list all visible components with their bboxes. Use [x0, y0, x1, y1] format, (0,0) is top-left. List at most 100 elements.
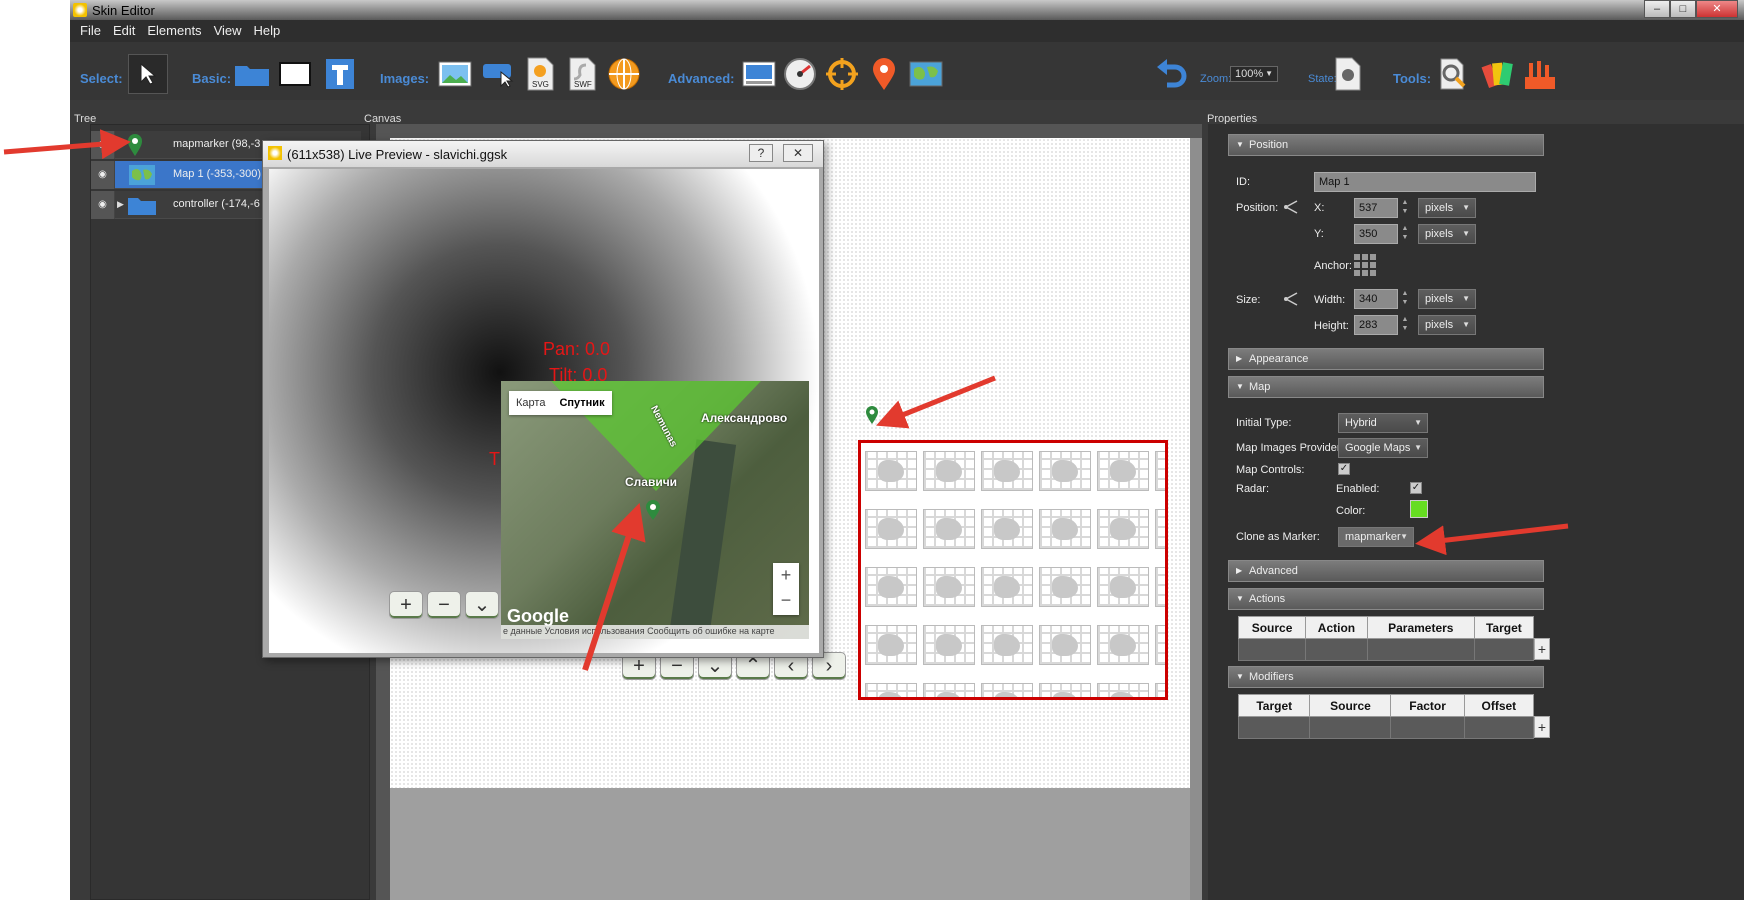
appearance-section-header[interactable]: ▶ Appearance [1228, 348, 1544, 370]
embedded-map[interactable]: Александрово Славичи Nemunas Карта Спутн… [501, 381, 809, 639]
tab-satellite[interactable]: Спутник [552, 391, 611, 415]
minimize-button[interactable]: – [1644, 0, 1670, 18]
clone-marker-select[interactable]: mapmarker [1338, 527, 1414, 547]
video-tool-button[interactable] [739, 54, 779, 94]
menu-help[interactable]: Help [250, 20, 285, 42]
help-button[interactable]: ? [749, 144, 773, 162]
height-spinner[interactable]: ▲ ▼ [1400, 315, 1410, 335]
map-tile-placeholder [981, 567, 1033, 607]
radar-label: Radar: [1236, 483, 1270, 495]
tools-label: Tools: [1393, 71, 1432, 86]
zoom-out-button[interactable]: − [427, 591, 461, 619]
modifiers-section-header[interactable]: ▼ Modifiers [1228, 666, 1544, 688]
radar-enabled-checkbox[interactable]: ✓ [1410, 482, 1422, 494]
radar-color-swatch[interactable] [1410, 500, 1428, 518]
x-input[interactable]: 537 [1354, 198, 1398, 218]
rectangle-tool-button[interactable] [275, 54, 315, 94]
settings-tools-button[interactable] [1520, 54, 1560, 94]
initial-type-select[interactable]: Hybrid [1338, 413, 1428, 433]
add-action-button[interactable]: + [1534, 638, 1550, 660]
height-unit-select[interactable]: pixels [1418, 315, 1476, 335]
map-section-header[interactable]: ▼ Map [1228, 376, 1544, 398]
y-spinner[interactable]: ▲ ▼ [1400, 224, 1410, 244]
map-zoom-out-button[interactable]: − [773, 588, 799, 613]
select-tool-button[interactable] [128, 54, 168, 94]
visibility-eye-icon[interactable]: ◉ [91, 131, 115, 159]
map-marker-icon[interactable] [645, 499, 661, 521]
color-palette-button[interactable] [1478, 54, 1518, 94]
table-cell[interactable] [1237, 716, 1311, 739]
undo-button[interactable] [1152, 54, 1192, 94]
panorama-tool-button[interactable] [604, 54, 644, 94]
table-cell[interactable] [1366, 638, 1475, 661]
hotspot-tool-button[interactable] [478, 54, 518, 94]
link-share-icon[interactable] [1284, 292, 1300, 306]
map-element-selected[interactable] [858, 440, 1168, 700]
expand-triangle-icon: ▶ [1236, 566, 1243, 575]
y-input[interactable]: 350 [1354, 224, 1398, 244]
map-marker-icon[interactable] [865, 405, 879, 425]
map-pin-tool-button[interactable] [864, 54, 904, 94]
text-tool-button[interactable] [320, 54, 360, 94]
compass-tool-button[interactable] [780, 54, 820, 94]
provider-select[interactable]: Google Maps [1338, 438, 1428, 458]
width-input[interactable]: 340 [1354, 289, 1398, 309]
height-input[interactable]: 283 [1354, 315, 1398, 335]
table-cell[interactable] [1237, 638, 1307, 661]
visibility-eye-icon[interactable]: ◉ [91, 191, 115, 219]
visibility-eye-icon[interactable]: ◉ [91, 161, 115, 189]
table-cell[interactable] [1463, 716, 1535, 739]
map-controls-checkbox[interactable]: ✓ [1338, 463, 1350, 475]
search-tool-button[interactable] [1434, 54, 1474, 94]
close-button[interactable]: ✕ [1696, 0, 1738, 18]
basic-label: Basic: [192, 71, 232, 86]
add-modifier-button[interactable]: + [1534, 716, 1550, 738]
target-tool-button[interactable] [822, 54, 862, 94]
zoom-value: 100% [1235, 68, 1264, 80]
canvas-scrollbar[interactable] [1190, 138, 1202, 900]
zoom-in-button[interactable]: + [389, 591, 423, 619]
id-input[interactable]: Map 1 [1314, 172, 1536, 192]
menu-file[interactable]: File [76, 20, 105, 42]
zoom-select[interactable]: 100% ▼ [1230, 66, 1278, 82]
folder-tool-button[interactable] [232, 54, 272, 94]
preview-close-button[interactable]: ✕ [783, 144, 813, 162]
anchor-grid-icon[interactable] [1354, 254, 1376, 276]
map-tool-button[interactable] [906, 54, 946, 94]
map-type-tabs: Карта Спутник [509, 391, 612, 415]
x-spinner[interactable]: ▲ ▼ [1400, 198, 1410, 218]
live-preview-window[interactable]: (611x538) Live Preview - slavichi.ggsk ?… [262, 140, 824, 658]
actions-section-header[interactable]: ▼ Actions [1228, 588, 1544, 610]
expand-arrow-icon[interactable]: ▶ [117, 199, 124, 210]
x-unit-select[interactable]: pixels [1418, 198, 1476, 218]
maximize-button[interactable]: □ [1670, 0, 1696, 18]
state-button[interactable] [1328, 54, 1368, 94]
panorama-view[interactable]: Pan: 0.0 Tilt: 0.0 Th Александрово Слави… [269, 169, 819, 653]
map-attribution[interactable]: е данные Условия использования Сообщить … [501, 625, 809, 639]
width-spinner[interactable]: ▲ ▼ [1400, 289, 1410, 309]
swf-tool-button[interactable]: SWF [562, 54, 602, 94]
video-player-icon [742, 61, 776, 87]
menu-elements[interactable]: Elements [143, 20, 205, 42]
tab-map[interactable]: Карта [509, 391, 552, 415]
column-header: Source [1237, 616, 1307, 639]
table-cell[interactable] [1473, 638, 1535, 661]
undo-arrow-icon [1157, 59, 1187, 88]
map-zoom-in-button[interactable]: + [773, 563, 799, 588]
menu-view[interactable]: View [210, 20, 246, 42]
radar-color-label: Color: [1336, 505, 1366, 517]
preview-title-bar[interactable]: (611x538) Live Preview - slavichi.ggsk [263, 141, 823, 167]
menu-edit[interactable]: Edit [109, 20, 139, 42]
table-cell[interactable] [1390, 716, 1465, 739]
table-cell[interactable] [1309, 716, 1392, 739]
width-unit-select[interactable]: pixels [1418, 289, 1476, 309]
column-header: Target [1473, 616, 1535, 639]
y-unit-select[interactable]: pixels [1418, 224, 1476, 244]
position-section-header[interactable]: ▼ Position [1228, 134, 1544, 156]
link-share-icon[interactable] [1284, 200, 1300, 214]
tilt-down-button[interactable]: ⌄ [465, 591, 499, 619]
image-tool-button[interactable] [435, 54, 475, 94]
advanced-section-header[interactable]: ▶ Advanced [1228, 560, 1544, 582]
svg-tool-button[interactable]: SVG [520, 54, 560, 94]
table-cell[interactable] [1305, 638, 1368, 661]
